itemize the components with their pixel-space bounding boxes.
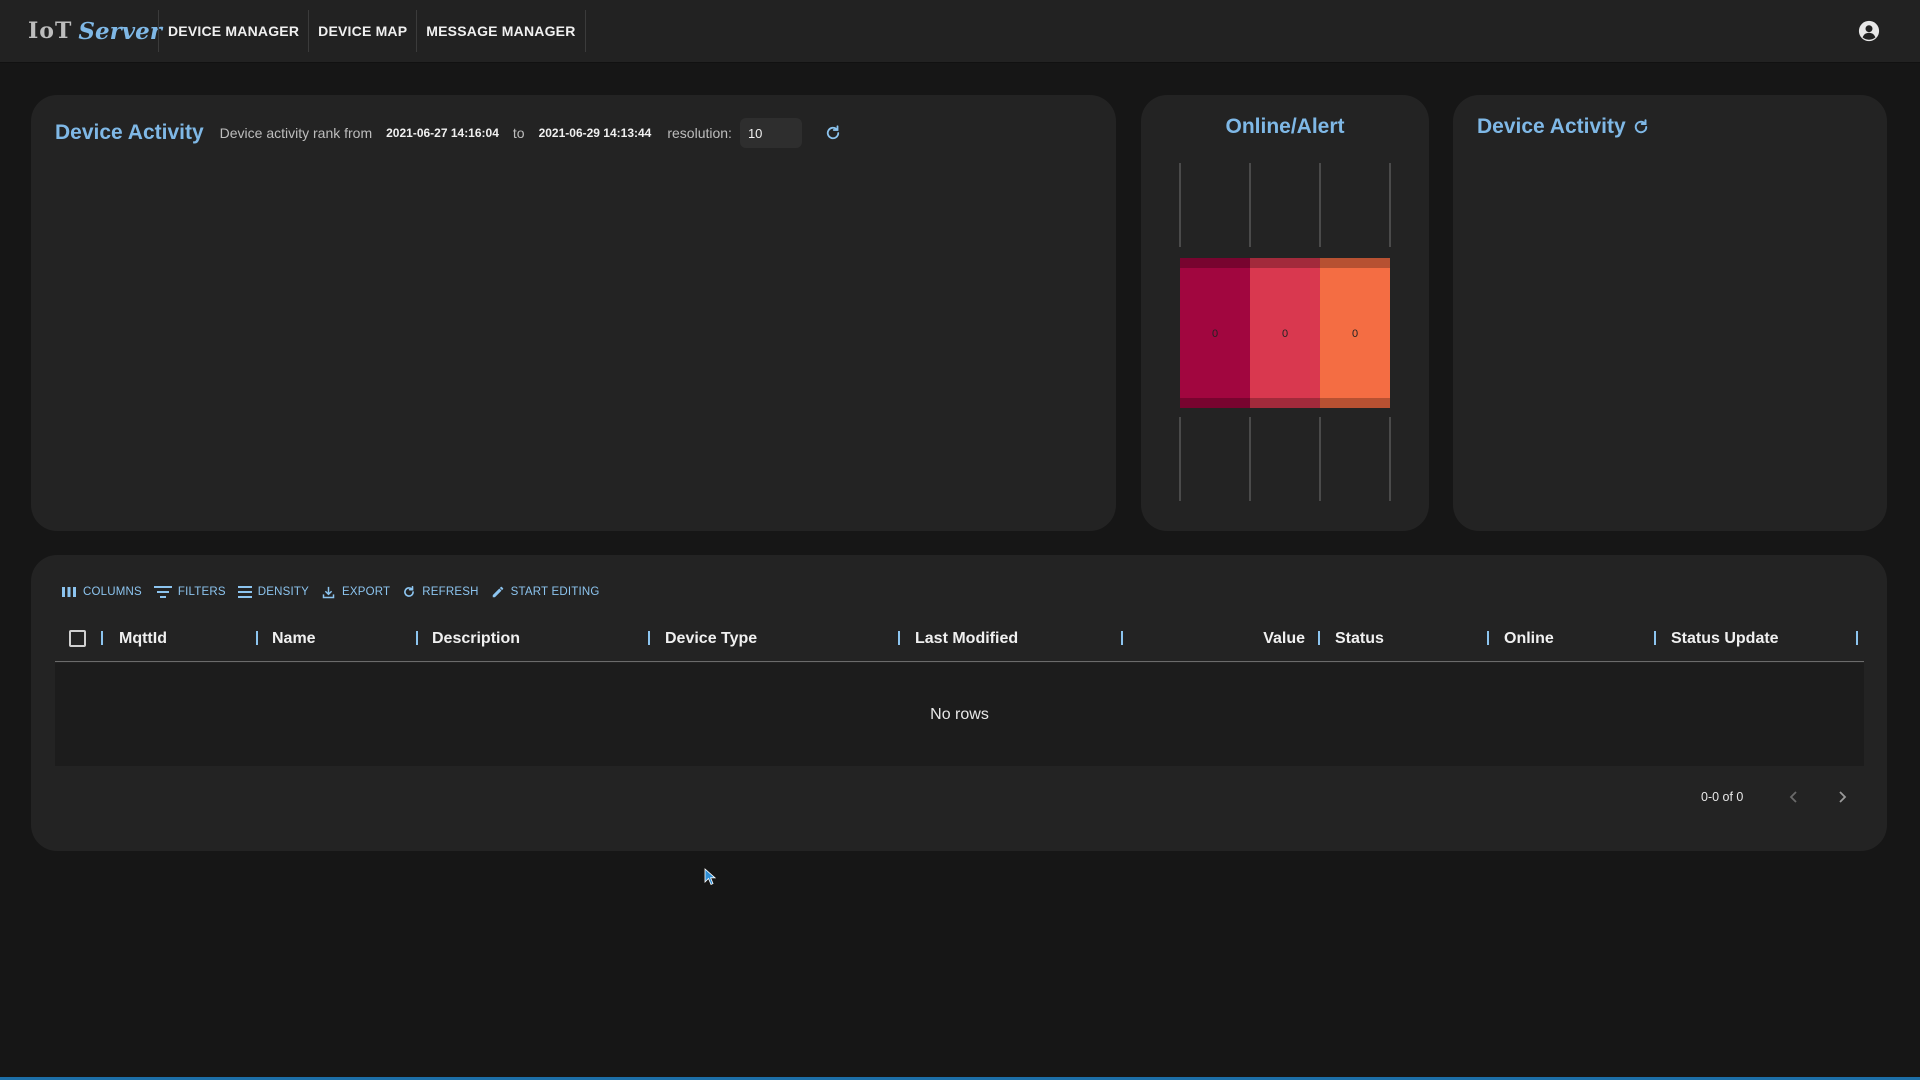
pencil-icon [492,586,503,598]
heatmap-cell-label: 0 [1282,328,1288,340]
density-button[interactable]: DENSITY [237,585,309,599]
column-separator[interactable] [1121,631,1123,645]
column-separator[interactable] [648,631,650,645]
columns-button[interactable]: COLUMNS [61,586,142,598]
logo-prefix: IoT [28,18,73,44]
main-nav: DEVICE MANAGER DEVICE MAP MESSAGE MANAGE… [158,10,586,52]
heatmap-cell-band [1180,398,1250,408]
chevron-left-icon[interactable] [1783,786,1805,808]
grid-toolbar: COLUMNS FILTERS DENSITY EXPORT REFRESH S… [61,581,600,603]
grid-column-headers: MqttId Name Description Device Type Last… [55,615,1864,662]
column-header-value[interactable]: Value [1235,615,1305,662]
nav-device-manager[interactable]: DEVICE MANAGER [158,10,308,52]
device-activity-side-card: Device Activity [1453,95,1887,531]
column-separator[interactable] [101,631,103,645]
column-separator[interactable] [1654,631,1656,645]
device-activity-side-title: Device Activity [1477,115,1626,138]
online-alert-heatmap: 0 0 0 [1179,163,1391,501]
top-app-bar: IoT Server DEVICE MANAGER DEVICE MAP MES… [0,0,1920,63]
column-header-device-type[interactable]: Device Type [665,615,757,662]
density-label: DENSITY [257,586,309,598]
filter-icon [153,586,172,598]
column-separator[interactable] [416,631,418,645]
download-icon [322,586,335,598]
pagination-range: 0-0 of 0 [1701,790,1744,804]
device-activity-card: Device Activity Device activity rank fro… [31,95,1116,531]
heatmap-cell-label: 0 [1212,328,1218,340]
start-editing-label: START EDITING [510,586,600,598]
column-separator[interactable] [1318,631,1320,645]
activity-to-label: to [512,125,525,141]
column-separator[interactable] [1487,631,1489,645]
activity-from-date: 2021-06-27 14:16:04 [386,126,499,140]
app-logo[interactable]: IoT Server [28,14,162,48]
nav-message-manager[interactable]: MESSAGE MANAGER [416,10,586,52]
column-separator[interactable] [898,631,900,645]
refresh-label: REFRESH [422,586,479,598]
refresh-button[interactable]: REFRESH [402,585,478,599]
online-alert-card: Online/Alert 000 [1141,95,1429,531]
refresh-icon[interactable] [822,122,844,144]
columns-icon [62,587,76,597]
column-header-mqttid[interactable]: MqttId [119,615,167,662]
select-all-checkbox[interactable] [69,630,86,647]
empty-rows-message: No rows [930,705,989,723]
column-header-name[interactable]: Name [272,615,316,662]
start-editing-button[interactable]: START EDITING [491,585,600,599]
account-circle-icon[interactable] [1858,20,1880,42]
filters-button[interactable]: FILTERS [153,585,226,599]
resolution-label: resolution: [667,125,732,141]
activity-range-label: Device activity rank from [219,125,373,141]
devices-grid-card: COLUMNS FILTERS DENSITY EXPORT REFRESH S… [31,555,1887,851]
export-label: EXPORT [342,586,391,598]
resolution-input[interactable] [739,118,802,148]
heatmap-cell-band [1250,258,1320,268]
refresh-icon[interactable] [1632,118,1650,136]
heatmap-cell-band [1320,398,1390,408]
logo-suffix: Server [78,17,162,45]
nav-device-map[interactable]: DEVICE MAP [308,10,416,52]
refresh-icon [404,585,415,597]
export-button[interactable]: EXPORT [321,585,390,600]
column-header-status-update[interactable]: Status Update [1671,615,1779,662]
column-header-status[interactable]: Status [1335,615,1384,662]
heatmap-cell-band [1320,258,1390,268]
mouse-cursor-icon [704,868,717,886]
heatmap-cell-label: 0 [1352,328,1358,340]
column-header-online[interactable]: Online [1504,615,1554,662]
grid-pagination: 0-0 of 0 [1701,781,1879,813]
heatmap-cell-band [1250,398,1320,408]
filters-label: FILTERS [177,586,226,598]
heatmap-cell-band [1180,258,1250,268]
density-icon [237,586,252,598]
columns-label: COLUMNS [83,586,142,598]
device-activity-side-header: Device Activity [1477,115,1650,139]
device-activity-title: Device Activity [55,121,204,144]
column-header-last-modified[interactable]: Last Modified [915,615,1018,662]
column-separator[interactable] [256,631,258,645]
grid-body: No rows [55,663,1864,766]
column-separator[interactable] [1856,631,1858,645]
device-activity-header: Device Activity Device activity rank fro… [55,115,844,151]
activity-to-date: 2021-06-29 14:13:44 [538,126,652,140]
column-header-description[interactable]: Description [432,615,520,662]
chevron-right-icon[interactable] [1831,786,1853,808]
